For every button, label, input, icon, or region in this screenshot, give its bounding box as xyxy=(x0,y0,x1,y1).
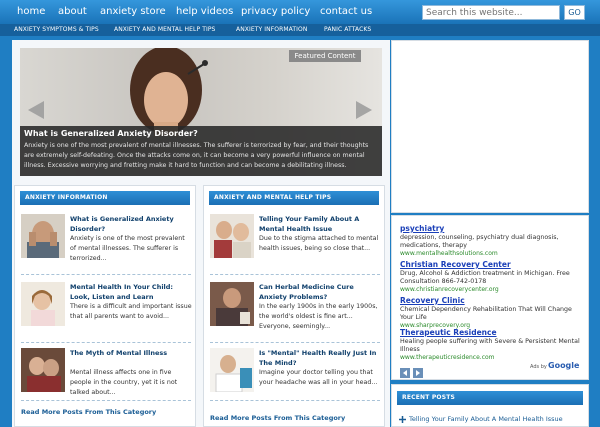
ads-pager-arrows-icon[interactable] xyxy=(400,368,424,378)
search-button[interactable]: GO xyxy=(564,5,585,20)
subnav-anxiety-mental-help[interactable]: ANXIETY AND MENTAL HELP TIPS xyxy=(114,25,215,35)
ads-by-label: Ads by xyxy=(530,364,547,370)
nav-anxiety-store[interactable]: anxiety store xyxy=(100,5,166,19)
list-item: Telling Your Family About A Mental Healt… xyxy=(210,214,380,262)
ad-title[interactable]: Therapeutic Residence xyxy=(400,328,586,338)
post-title[interactable]: Mental Health In Your Child: Look, Liste… xyxy=(70,282,192,302)
ad-item[interactable]: Recovery Clinic Chemical Dependency Reha… xyxy=(400,296,586,330)
ad-description: Healing people suffering with Severe & P… xyxy=(400,338,580,353)
list-item: Mental Health In Your Child: Look, Liste… xyxy=(21,282,192,330)
column-header: ANXIETY INFORMATION xyxy=(20,191,190,205)
divider xyxy=(210,400,380,401)
google-logo[interactable]: Google xyxy=(548,361,579,370)
post-title[interactable]: Is "Mental" Health Really Just In The Mi… xyxy=(259,348,381,368)
post-thumbnail-elderly-couple[interactable] xyxy=(21,348,65,392)
nav-home[interactable]: home xyxy=(17,5,45,19)
list-item: The Myth of Mental Illness Mental illnes… xyxy=(21,348,191,396)
read-more-link[interactable]: Read More Posts From This Category xyxy=(210,414,345,422)
category-column-anxiety-information: ANXIETY INFORMATION What is Generalized … xyxy=(14,185,196,427)
search-input[interactable] xyxy=(422,5,560,20)
divider xyxy=(210,342,380,343)
top-navigation: home about anxiety store help videos pri… xyxy=(0,0,600,24)
post-thumbnail-herbal-medicine[interactable] xyxy=(210,282,254,326)
nav-help-videos[interactable]: help videos xyxy=(176,5,233,19)
slide-next-arrow-icon[interactable] xyxy=(352,98,376,122)
featured-badge: Featured Content xyxy=(289,50,361,62)
category-navigation: ANXIETY SYMPTOMS & TIPS ANXIETY AND MENT… xyxy=(0,24,600,36)
ad-title[interactable]: Christian Recovery Center xyxy=(400,260,586,270)
post-thumbnail-family[interactable] xyxy=(210,214,254,258)
post-title[interactable]: Telling Your Family About A Mental Healt… xyxy=(259,214,381,234)
slide-prev-arrow-icon[interactable] xyxy=(24,98,48,122)
ad-item[interactable]: Christian Recovery Center Drug, Alcohol … xyxy=(400,260,586,294)
recent-post-title[interactable]: Telling Your Family About A Mental Healt… xyxy=(409,415,563,423)
list-item: Can Herbal Medicine Cure Anxiety Problem… xyxy=(210,282,380,330)
post-excerpt: Imagine your doctor telling you that you… xyxy=(259,369,378,386)
ad-url[interactable]: www.mentalhealthsolutions.com xyxy=(400,250,586,258)
column-header: ANXIETY AND MENTAL HELP TIPS xyxy=(209,191,379,205)
list-item: Is "Mental" Health Really Just In The Mi… xyxy=(210,348,380,396)
ad-item[interactable]: psychiatry depression, counseling, psych… xyxy=(400,224,586,258)
post-title[interactable]: What is Generalized Anxiety Disorder? xyxy=(70,214,192,234)
post-excerpt: Mental illness affects one in five peopl… xyxy=(70,369,178,396)
ad-title[interactable]: psychiatry xyxy=(400,224,586,234)
post-thumbnail-doctor[interactable] xyxy=(210,348,254,392)
post-excerpt: Anxiety is one of the most prevalent of … xyxy=(70,235,185,262)
subnav-anxiety-symptoms[interactable]: ANXIETY SYMPTOMS & TIPS xyxy=(14,25,99,35)
post-title[interactable]: Can Herbal Medicine Cure Anxiety Problem… xyxy=(259,282,381,302)
divider xyxy=(21,274,191,275)
category-column-mental-help-tips: ANXIETY AND MENTAL HELP TIPS Telling You… xyxy=(203,185,385,427)
divider xyxy=(21,342,191,343)
list-item: What is Generalized Anxiety Disorder? An… xyxy=(21,214,191,262)
divider xyxy=(21,400,191,401)
nav-about[interactable]: about xyxy=(58,5,87,19)
sidebar-banner-area xyxy=(391,40,589,213)
ad-description: Drug, Alcohol & Addiction treatment in M… xyxy=(400,270,570,285)
post-excerpt: In the early 1900s in the early 1900s, t… xyxy=(259,303,378,330)
nav-contact-us[interactable]: contact us xyxy=(320,5,372,19)
read-more-link[interactable]: Read More Posts From This Category xyxy=(21,408,156,416)
slide-text: Anxiety is one of the most prevalent of … xyxy=(24,142,369,169)
subnav-anxiety-information[interactable]: ANXIETY INFORMATION xyxy=(236,25,307,35)
recent-posts-widget: RECENT POSTS Telling Your Family About A… xyxy=(391,384,589,427)
subnav-panic-attacks[interactable]: PANIC ATTACKS xyxy=(324,25,371,35)
recent-posts-header: RECENT POSTS xyxy=(397,391,583,405)
ad-title[interactable]: Recovery Clinic xyxy=(400,296,586,306)
post-thumbnail-man-head-in-hands[interactable] xyxy=(21,214,65,258)
recent-post-link[interactable]: Telling Your Family About A Mental Healt… xyxy=(399,415,563,423)
ad-description: depression, counseling, psychiatry dual … xyxy=(400,234,559,249)
ad-url[interactable]: www.christianrecoverycenter.org xyxy=(400,286,586,294)
post-excerpt: There is a difficult and important issue… xyxy=(70,303,192,320)
ad-description: Chemical Dependency Rehabilitation That … xyxy=(400,306,572,321)
ad-item[interactable]: Therapeutic Residence Healing people suf… xyxy=(400,328,586,362)
post-thumbnail-child[interactable] xyxy=(21,282,65,326)
post-excerpt: Due to the stigma attached to mental hea… xyxy=(259,235,379,252)
slide-title[interactable]: What is Generalized Anxiety Disorder? xyxy=(24,128,198,139)
post-title[interactable]: The Myth of Mental Illness xyxy=(70,348,192,358)
bullet-plus-icon xyxy=(399,416,406,423)
sponsored-ads: psychiatry depression, counseling, psych… xyxy=(391,215,589,380)
divider xyxy=(210,274,380,275)
nav-privacy-policy[interactable]: privacy policy xyxy=(241,5,310,19)
